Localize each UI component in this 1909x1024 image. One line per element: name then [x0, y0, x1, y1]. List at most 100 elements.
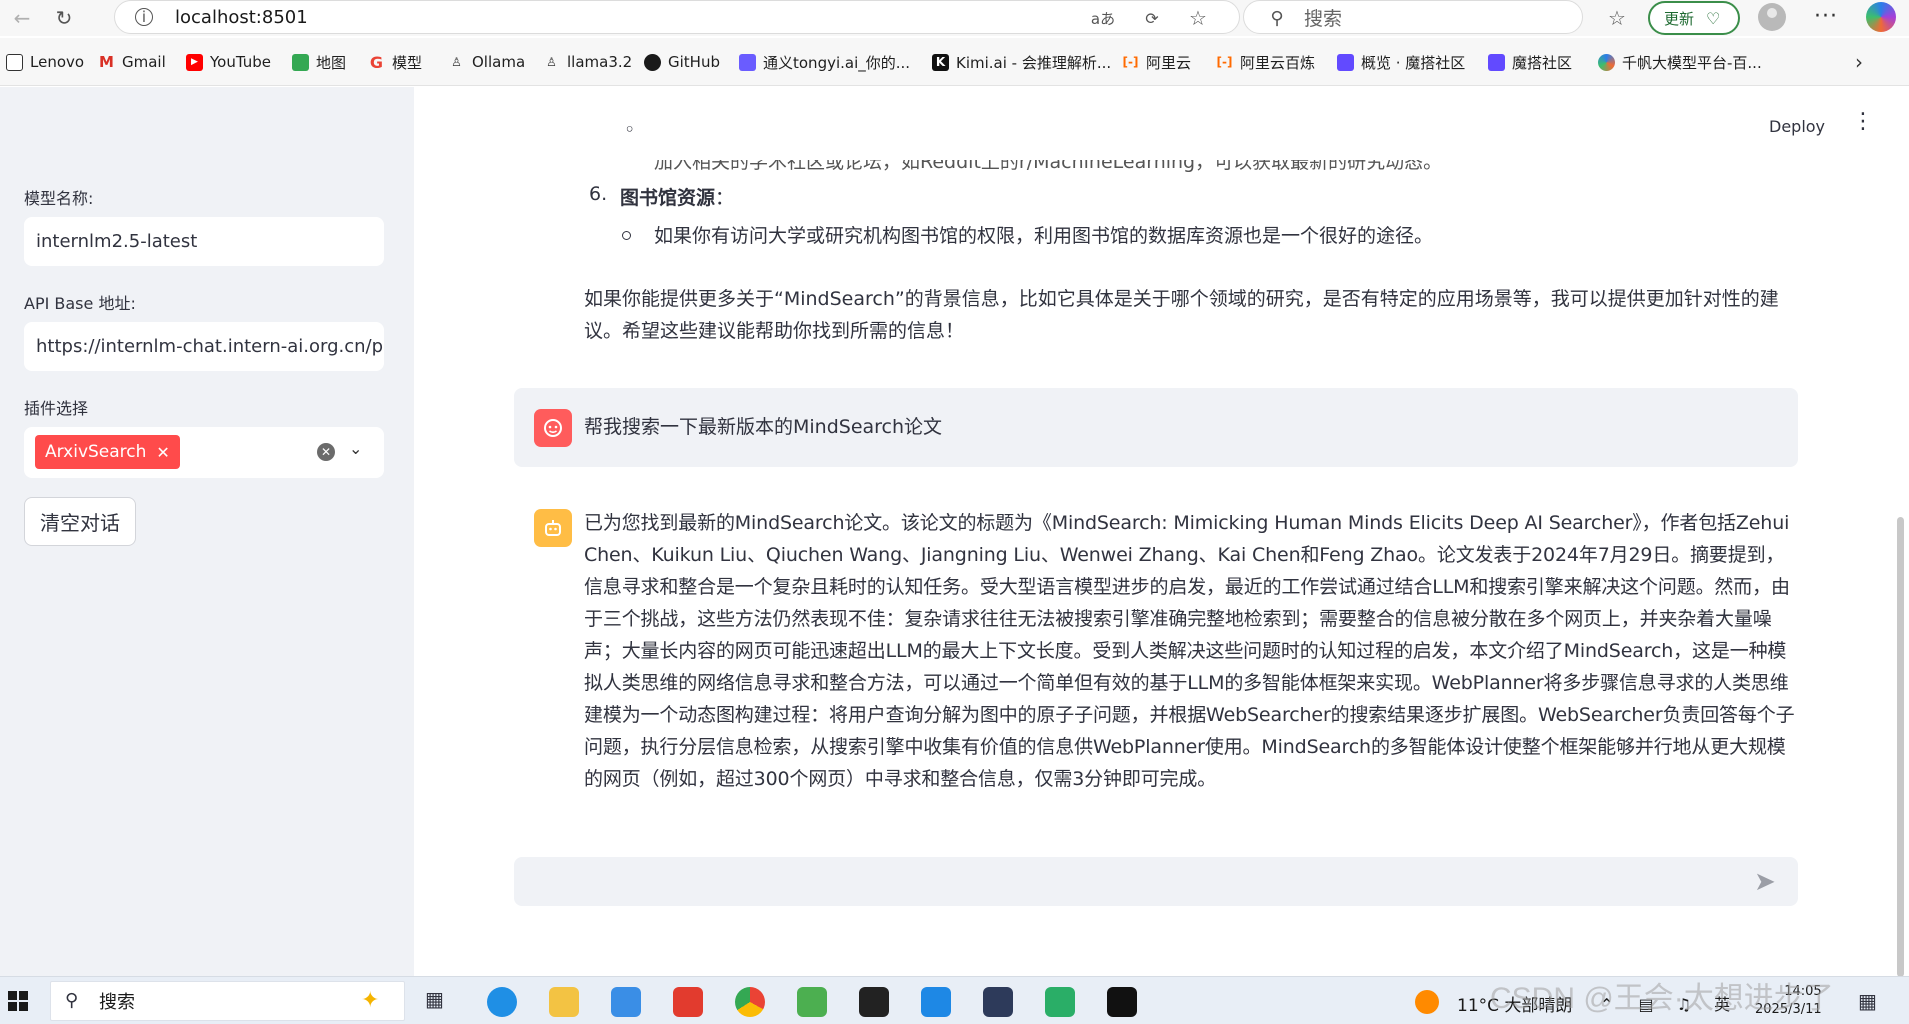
- qianfan-icon: [1598, 53, 1615, 71]
- plugin-multiselect[interactable]: ArxivSearch ✕ ✕ ⌄: [24, 427, 384, 478]
- bullet-icon: ◦: [624, 119, 636, 141]
- bullet-icon: [622, 231, 631, 240]
- search-placeholder[interactable]: 搜索: [1304, 4, 1342, 31]
- file-explorer-icon[interactable]: [549, 987, 579, 1017]
- chat-main: Deploy ⋮ 加入相关的学术社区或论坛，如Reddit上的r/Machine…: [414, 87, 1909, 976]
- vscode-icon[interactable]: [921, 987, 951, 1017]
- chip-remove-icon[interactable]: ✕: [156, 443, 169, 462]
- copilot-sparkle-icon[interactable]: ✦: [361, 988, 379, 1013]
- bookmark-modelscope-overview[interactable]: 概览 · 魔搭社区: [1337, 38, 1465, 86]
- bookmark-gmail[interactable]: M Gmail: [98, 38, 166, 86]
- model-name-input[interactable]: internlm2.5-latest: [24, 217, 384, 266]
- bookmark-lenovo[interactable]: Lenovo: [6, 38, 84, 86]
- task-view-icon[interactable]: ▦: [425, 987, 455, 1017]
- favorites-icon[interactable]: ☆: [1603, 4, 1631, 32]
- plugin-select-label: 插件选择: [24, 399, 89, 418]
- clear-chat-button[interactable]: 清空对话: [24, 497, 136, 546]
- search-icon: ⚲: [1270, 7, 1284, 29]
- browser-toolbar: ← ↻ i localhost:8501 aあ ⟳ ☆ ⚲ 搜索 ☆ 更新 ♡ …: [0, 0, 1909, 36]
- taskbar-search-text[interactable]: 搜索: [99, 988, 135, 1014]
- modelscope-icon: [1488, 53, 1505, 71]
- sidebar: 模型名称: internlm2.5-latest API Base 地址: ht…: [0, 87, 414, 976]
- bookmark-llama[interactable]: ♙ llama3.2: [543, 38, 632, 86]
- copilot-icon[interactable]: [1866, 2, 1896, 32]
- bookmark-map[interactable]: 地图: [292, 38, 346, 86]
- kimi-icon: K: [932, 53, 949, 71]
- more-icon[interactable]: ···: [1814, 4, 1838, 29]
- bookmark-github[interactable]: GitHub: [644, 38, 720, 86]
- tongyi-icon: [739, 53, 756, 71]
- refresh-translate-icon[interactable]: ⟳: [1139, 5, 1165, 31]
- update-button[interactable]: 更新 ♡: [1648, 1, 1740, 35]
- bookmark-aliyun[interactable]: [-] 阿里云: [1122, 38, 1192, 86]
- chevron-right-icon[interactable]: ›: [1855, 50, 1863, 74]
- clipped-list-item: 加入相关的学术社区或论坛，如Reddit上的r/MachineLearning，…: [654, 151, 1443, 173]
- app-menu-icon[interactable]: ⋮: [1852, 109, 1874, 134]
- user-message: 帮我搜索一下最新版本的MindSearch论文: [514, 388, 1798, 467]
- control-panel-icon[interactable]: [611, 987, 641, 1017]
- bookmark-qianfan[interactable]: 千帆大模型平台-百...: [1598, 38, 1762, 86]
- assistant-paragraph: 如果你能提供更多关于“MindSearch”的背景信息，比如它具体是关于哪个领域…: [584, 288, 1779, 342]
- user-message-text: 帮我搜索一下最新版本的MindSearch论文: [584, 416, 943, 438]
- plugin-chip[interactable]: ArxivSearch ✕: [35, 435, 180, 469]
- sub-list-item: 如果你有访问大学或研究机构图书馆的权限，利用图书馆的数据库资源也是一个很好的途径…: [654, 225, 1434, 247]
- gmail-icon: M: [99, 52, 114, 71]
- windows-start-icon[interactable]: [8, 991, 28, 1011]
- heart-pulse-icon: ♡: [1706, 8, 1721, 28]
- user-avatar-icon: [534, 409, 572, 447]
- bookmark-ollama[interactable]: ♙ Ollama: [448, 38, 525, 86]
- model-name-label: 模型名称:: [24, 189, 94, 208]
- bookmarks-bar: Lenovo M Gmail ▶ YouTube 地图 G 模型 ♙ Ollama ♙ l…: [0, 38, 1909, 86]
- api-base-label: API Base 地址:: [24, 294, 136, 313]
- aliyun-icon: [-]: [1122, 54, 1139, 69]
- info-icon[interactable]: i: [135, 8, 153, 26]
- youtube-icon: ▶: [186, 53, 203, 71]
- library-heading: 图书馆资源: [620, 187, 716, 209]
- api-base-input[interactable]: https://internlm-chat.intern-ai.org.cn/p…: [24, 322, 384, 371]
- url-text[interactable]: localhost:8501: [175, 7, 308, 28]
- send-icon[interactable]: ➤: [1754, 867, 1776, 897]
- chrome-icon[interactable]: [735, 987, 765, 1017]
- scrollbar[interactable]: [1897, 517, 1904, 976]
- back-icon[interactable]: ←: [8, 4, 36, 32]
- bookmark-bailian[interactable]: [-] 阿里云百炼: [1216, 38, 1316, 86]
- cat-app-icon[interactable]: [983, 987, 1013, 1017]
- remote-desktop-icon[interactable]: [797, 987, 827, 1017]
- taskbar-search[interactable]: ⚲ 搜索 ✦: [50, 981, 405, 1021]
- google-icon: G: [369, 52, 384, 72]
- wps-icon[interactable]: [673, 987, 703, 1017]
- ollama-icon: ♙: [546, 54, 557, 69]
- github-icon: [644, 53, 661, 71]
- modelscope-icon: [1337, 53, 1354, 71]
- weather-icon[interactable]: [1415, 990, 1439, 1014]
- list-item-heading: 图书馆资源：: [620, 183, 734, 210]
- wechat-icon[interactable]: [1045, 987, 1075, 1017]
- profile-avatar[interactable]: [1758, 3, 1786, 31]
- deploy-button[interactable]: Deploy: [1769, 117, 1825, 136]
- ollama-icon: ♙: [451, 54, 462, 69]
- bookmark-tongyi[interactable]: 通义tongyi.ai_你的...: [739, 38, 910, 86]
- notification-icon[interactable]: ▦: [1858, 989, 1877, 1013]
- address-bar[interactable]: i localhost:8501 aあ ⟳ ☆: [114, 0, 1240, 34]
- terminal-icon[interactable]: [859, 987, 889, 1017]
- cursor-app-icon[interactable]: [1107, 987, 1137, 1017]
- search-icon: ⚲: [65, 990, 79, 1011]
- chat-input[interactable]: ➤: [514, 857, 1798, 906]
- edge-icon[interactable]: [487, 987, 517, 1017]
- chevron-down-icon[interactable]: ⌄: [349, 439, 362, 458]
- bookmark-model[interactable]: G 模型: [368, 38, 422, 86]
- read-aloud-icon[interactable]: aあ: [1090, 5, 1116, 31]
- map-icon: [292, 53, 309, 71]
- reload-icon[interactable]: ↻: [50, 4, 78, 32]
- bot-avatar-icon: [534, 509, 572, 547]
- bookmark-youtube[interactable]: ▶ YouTube: [186, 38, 271, 86]
- favorite-star-icon[interactable]: ☆: [1185, 5, 1211, 31]
- watermark: CSDN @王会·太想进步了: [1490, 982, 1834, 1015]
- heading-colon: ：: [715, 187, 735, 209]
- clear-all-icon[interactable]: ✕: [317, 443, 335, 461]
- plugin-chip-label: ArxivSearch: [45, 442, 147, 462]
- bookmark-modelscope[interactable]: 魔搭社区: [1488, 38, 1572, 86]
- list-number: 6.: [589, 183, 608, 205]
- browser-search-box[interactable]: ⚲ 搜索: [1243, 0, 1583, 34]
- bookmark-kimi[interactable]: K Kimi.ai - 会推理解析...: [932, 38, 1111, 86]
